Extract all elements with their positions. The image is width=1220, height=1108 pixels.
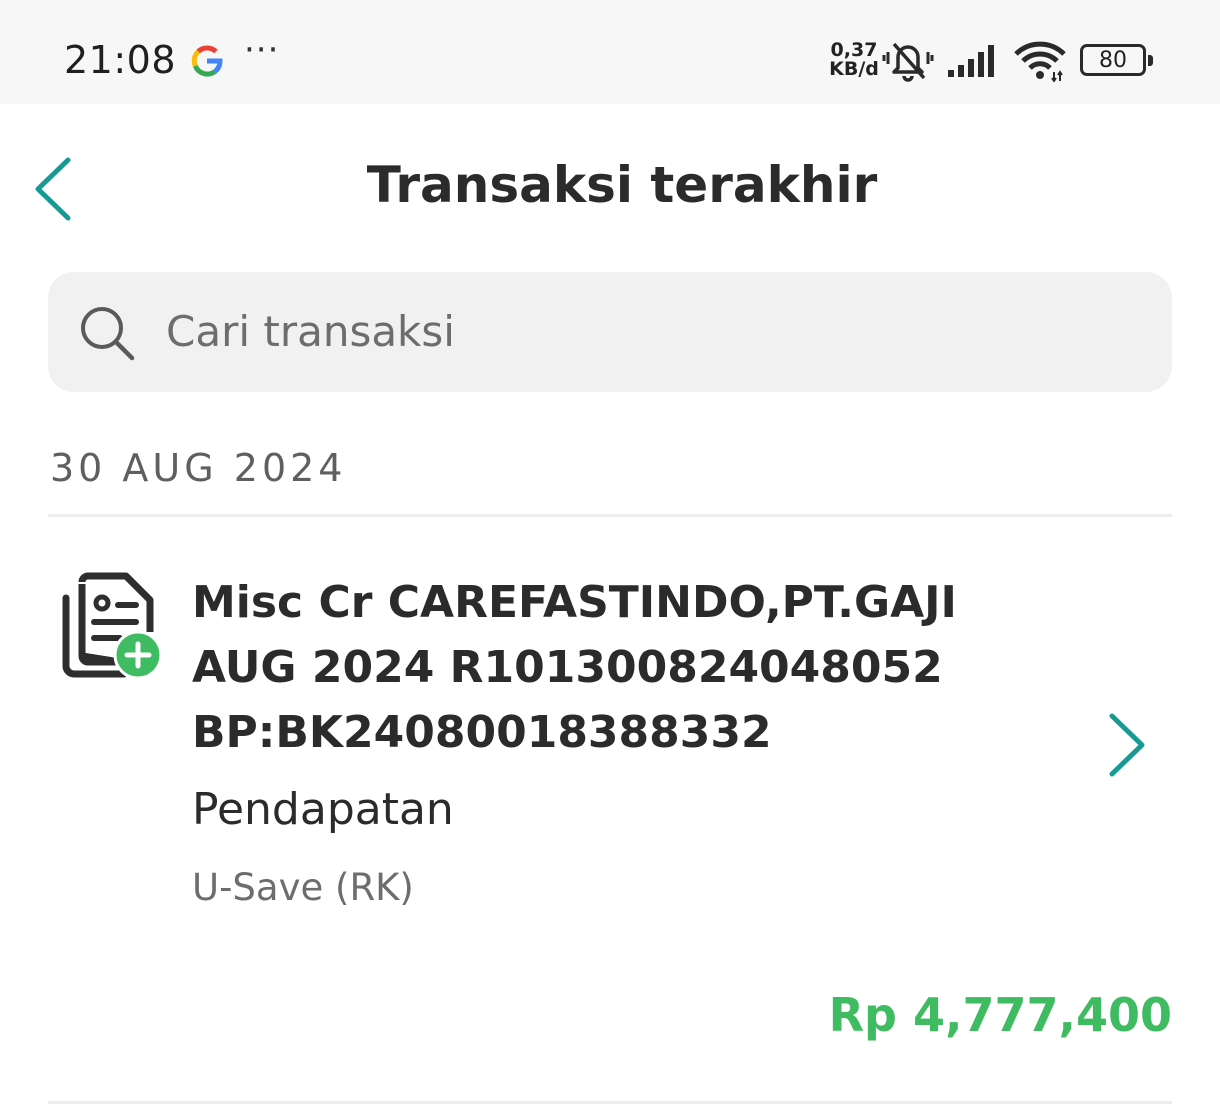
google-icon <box>191 45 223 77</box>
search-input[interactable] <box>166 294 1126 368</box>
net-speed-unit: KB/d <box>829 58 879 80</box>
transaction-title-line: Misc Cr CAREFASTINDO,PT.GAJI <box>192 577 957 628</box>
status-time: 21:08 <box>64 38 177 82</box>
wifi-icon <box>1014 41 1066 82</box>
muted-bell-icon <box>882 42 934 82</box>
battery-icon: 80 <box>1080 44 1153 76</box>
document-income-icon <box>62 572 162 680</box>
transaction-title-line: AUG 2024 R101300824048052 <box>192 642 943 693</box>
battery-level: 80 <box>1099 48 1127 73</box>
search-icon <box>81 307 135 361</box>
chevron-right-icon[interactable] <box>1100 710 1150 780</box>
divider <box>48 514 1172 517</box>
transaction-account: U-Save (RK) <box>192 866 414 909</box>
transaction-category: Pendapatan <box>192 784 454 835</box>
search-bar[interactable] <box>48 272 1172 392</box>
more-dots-icon: ··· <box>244 30 280 70</box>
transaction-amount: Rp 4,777,400 <box>828 988 1172 1042</box>
status-bar: 21:08 ··· 0,37 KB/d 80 <box>0 0 1220 104</box>
network-speed: 0,37 KB/d <box>826 41 882 79</box>
date-header: 30 AUG 2024 <box>50 446 347 490</box>
signal-icon <box>948 45 994 77</box>
page-title: Transaksi terakhir <box>366 156 878 214</box>
divider <box>48 1101 1172 1104</box>
transaction-title: Misc Cr CAREFASTINDO,PT.GAJI AUG 2024 R1… <box>192 570 1072 765</box>
transaction-title-line: BP:BK24080018388332 <box>192 707 772 758</box>
